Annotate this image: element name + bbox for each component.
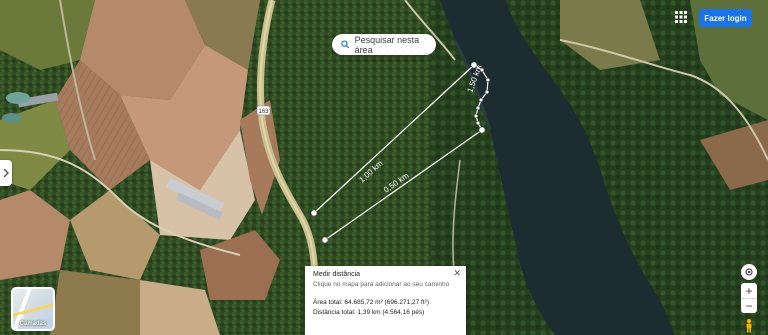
chevron-right-icon xyxy=(3,169,9,177)
zoom-in-button[interactable]: + xyxy=(741,283,757,298)
login-button[interactable]: Fazer login xyxy=(699,9,752,27)
login-label: Fazer login xyxy=(704,13,747,23)
search-icon xyxy=(341,40,350,49)
layers-label: Camadas xyxy=(19,321,47,327)
measure-title: Medir distância xyxy=(313,271,361,278)
apps-grid-icon[interactable] xyxy=(673,9,689,25)
close-icon[interactable]: ✕ xyxy=(453,269,461,278)
layers-icon xyxy=(17,313,25,320)
search-this-area-button[interactable]: Pesquisar nesta área xyxy=(332,34,436,55)
measure-distance-card: ✕ Medir distância Clique no mapa para ad… xyxy=(305,266,466,335)
plus-icon: + xyxy=(745,283,753,298)
location-target-icon xyxy=(745,268,753,276)
expand-side-panel-button[interactable] xyxy=(0,160,12,186)
my-location-button[interactable] xyxy=(741,264,757,280)
search-this-area-label: Pesquisar nesta área xyxy=(354,34,420,55)
minus-icon: − xyxy=(745,299,753,313)
road-shield: 163 xyxy=(256,105,271,116)
zoom-out-button[interactable]: − xyxy=(741,298,757,313)
pegman-icon[interactable] xyxy=(743,318,755,333)
layers-button[interactable]: Camadas xyxy=(11,287,55,331)
measure-subtitle: Clique no mapa para adicionar ao seu cam… xyxy=(313,281,450,288)
road-shield-label: 163 xyxy=(258,109,269,115)
measure-total-distance: Distância total: 1,39 km (4.564,16 pés) xyxy=(313,309,425,316)
measure-total-area: Área total: 64.685,72 m² (696.271,27 ft²… xyxy=(313,299,429,306)
